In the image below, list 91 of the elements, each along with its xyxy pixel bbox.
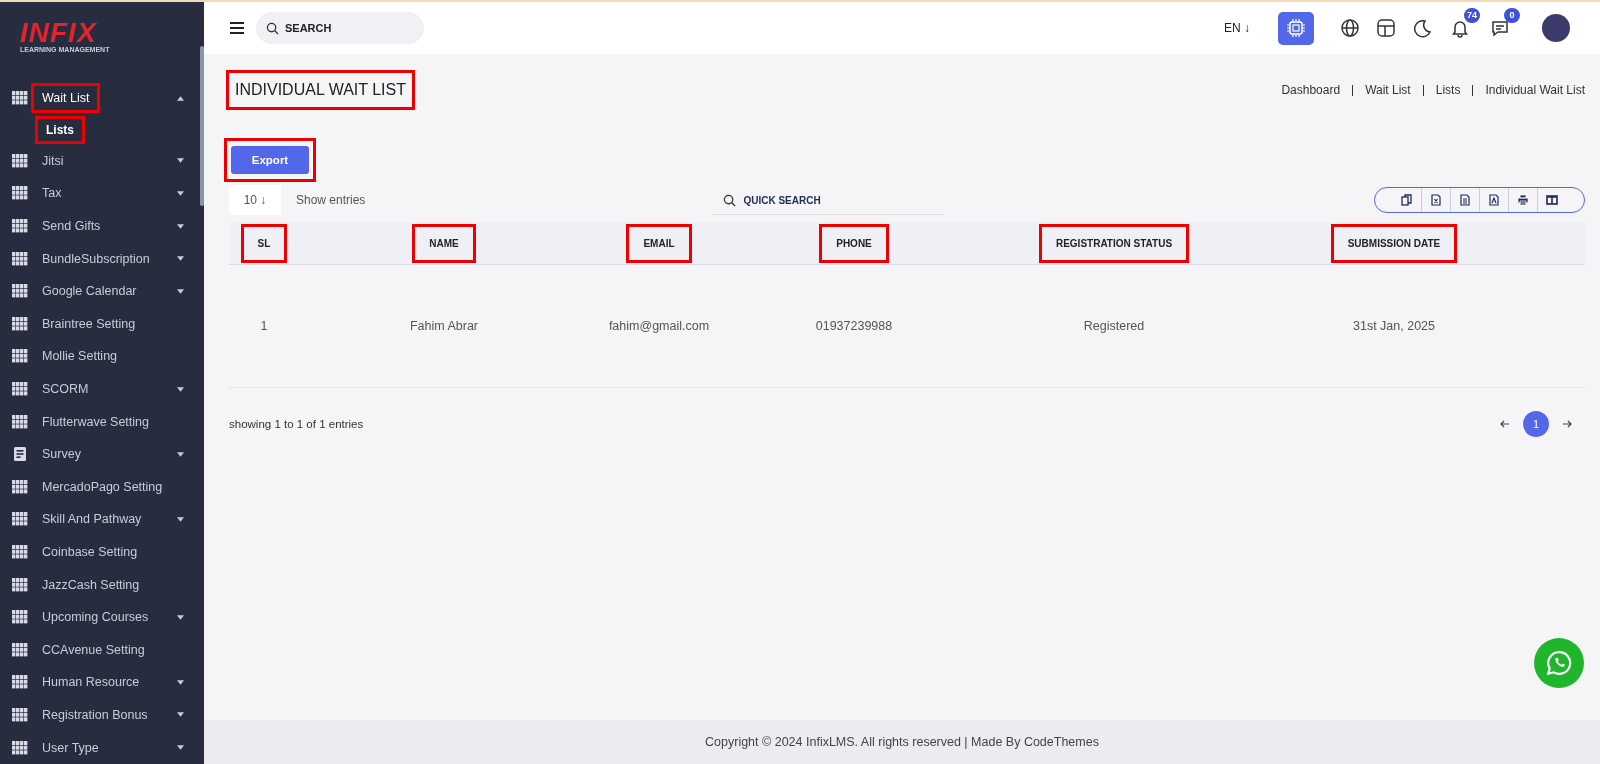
columns-icon	[1546, 194, 1558, 206]
sidebar-item[interactable]: Upcoming Courses	[42, 608, 177, 627]
sidebar-item[interactable]: Tax	[42, 184, 177, 203]
grid-icon	[12, 512, 28, 527]
avatar[interactable]	[1542, 14, 1570, 42]
breadcrumb-link[interactable]: Dashboard	[1269, 84, 1353, 96]
sidebar-item[interactable]: SCORM	[42, 380, 177, 399]
grid-icon	[12, 577, 28, 592]
sidebar-item[interactable]: Wait List	[34, 86, 98, 111]
grid-icon	[12, 153, 28, 168]
grid-icon	[12, 414, 28, 429]
search-icon	[723, 193, 737, 207]
entries-select[interactable]: 10 ↓	[229, 185, 281, 215]
grid-icon	[12, 382, 28, 397]
copyright-text: Copyright © 2024 InfixLMS. All rights reserved | Made By CodeThemes	[705, 735, 1099, 749]
text-file-icon	[1459, 194, 1471, 206]
page-title: INDIVIDUAL WAIT LIST	[229, 73, 412, 107]
sidebar-item[interactable]: BundleSubscription	[42, 249, 177, 268]
moon-icon[interactable]	[1412, 18, 1432, 38]
table-cell: fahim@gmail.com	[608, 319, 710, 333]
message-count: 0	[1504, 8, 1520, 23]
sidebar-item[interactable]: MercadoPago Setting	[42, 477, 184, 496]
sidebar-item[interactable]: Jitsi	[42, 151, 177, 170]
sidebar-item[interactable]: User Type	[42, 738, 177, 757]
next-arrow-icon[interactable]	[1561, 418, 1573, 430]
sidebar-item[interactable]: Send Gifts	[42, 217, 177, 236]
sidebar-item[interactable]: Coinbase Setting	[42, 543, 184, 561]
column-header[interactable]: NAME	[415, 226, 473, 260]
whatsapp-button[interactable]	[1534, 638, 1584, 688]
sidebar-item[interactable]: Google Calendar	[42, 282, 177, 301]
grid-icon	[12, 642, 28, 657]
layout-icon[interactable]	[1376, 18, 1396, 38]
grid-icon	[12, 186, 28, 201]
breadcrumb-link[interactable]: Wait List	[1352, 84, 1423, 96]
table-cell: Registered	[1083, 319, 1145, 333]
chip-button[interactable]	[1278, 11, 1314, 45]
chat-bubble-icon	[1546, 650, 1572, 676]
show-entries-label: Show entries	[296, 193, 366, 207]
sidebar-item[interactable]: Survey	[42, 445, 177, 464]
grid-icon	[12, 251, 28, 266]
grid-icon	[12, 316, 28, 331]
previous-arrow-icon[interactable]	[1499, 418, 1511, 430]
export-button[interactable]: Export	[231, 146, 309, 174]
column-header[interactable]: EMAIL	[629, 226, 689, 260]
sidebar-item[interactable]: CCAvenue Setting	[42, 640, 184, 659]
copy-icon	[1401, 194, 1413, 206]
entries-info: showing 1 to 1 of 1 entries	[229, 418, 364, 430]
notification-count: 74	[1464, 8, 1480, 23]
chat-icon[interactable]	[1490, 18, 1510, 38]
grid-icon	[12, 479, 28, 494]
column-header[interactable]: PHONE	[822, 226, 886, 260]
pdf-file-icon	[1488, 194, 1500, 206]
spreadsheet-file-icon	[1430, 194, 1442, 206]
grid-icon	[12, 610, 28, 625]
grid-icon	[12, 740, 28, 755]
table-cell: 1	[260, 319, 268, 333]
grid-icon	[12, 675, 28, 690]
sidebar-item[interactable]: JazzCash Setting	[42, 575, 184, 594]
column-header[interactable]: REGISTRATION STATUS	[1041, 226, 1187, 260]
table-cell: 31st Jan, 2025	[1353, 319, 1435, 333]
language-selector[interactable]: EN ↓	[1224, 21, 1250, 35]
sidebar-item[interactable]: Registration Bonus	[42, 706, 177, 724]
grid-icon	[12, 708, 28, 722]
grid-icon	[12, 91, 28, 106]
quick-search-field[interactable]: QUICK SEARCH	[713, 185, 944, 215]
grid-icon	[12, 284, 28, 299]
printer-icon	[1517, 194, 1529, 206]
sidebar-item[interactable]: Skill And Pathway	[42, 510, 177, 529]
globe-icon[interactable]	[1340, 18, 1360, 38]
menu-icon[interactable]	[230, 22, 244, 34]
sidebar-subitem[interactable]: Lists	[38, 118, 82, 141]
breadcrumb-link[interactable]: Individual Wait List	[1472, 84, 1585, 96]
search-field[interactable]: SEARCH	[256, 12, 424, 44]
chip-icon	[1286, 18, 1306, 38]
sidebar-item[interactable]: Braintree Setting	[42, 314, 184, 333]
document-icon	[12, 447, 28, 462]
sidebar-item[interactable]: Mollie Setting	[42, 347, 184, 366]
grid-icon	[12, 349, 28, 364]
page-button[interactable]: 1	[1523, 411, 1549, 437]
table-cell: 01937239988	[815, 319, 893, 333]
table-cell: Fahim Abrar	[409, 319, 479, 333]
column-header[interactable]: SL	[243, 226, 285, 260]
column-header[interactable]: SUBMISSION DATE	[1333, 226, 1455, 260]
grid-icon	[12, 545, 28, 559]
bell-icon[interactable]	[1450, 18, 1470, 38]
sidebar-item[interactable]: Human Resource	[42, 673, 177, 692]
search-icon	[266, 21, 279, 35]
sidebar-item[interactable]: Flutterwave Setting	[42, 412, 184, 431]
grid-icon	[12, 219, 28, 234]
scrollbar[interactable]	[200, 46, 204, 206]
breadcrumb-link[interactable]: Lists	[1422, 84, 1473, 96]
